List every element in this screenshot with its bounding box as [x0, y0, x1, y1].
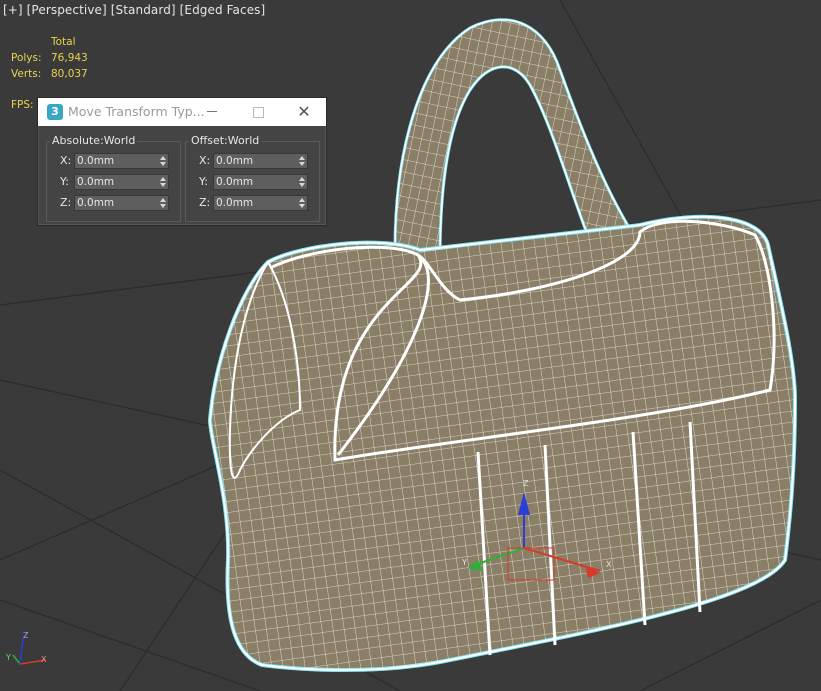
offset-x-spinner[interactable]: [213, 153, 308, 169]
stats-row-polys: Polys: 76,943: [11, 52, 88, 64]
absolute-x-row: X:: [47, 153, 180, 169]
viewport-menu-display[interactable]: [Edged Faces]: [180, 3, 266, 17]
spinner-up-icon[interactable]: [160, 156, 166, 160]
absolute-x-spinner[interactable]: [74, 153, 169, 169]
offset-world-group: Offset:World X: Y: Z:: [185, 134, 320, 222]
stats-label: Polys:: [11, 52, 42, 64]
gizmo-x-label: X: [606, 560, 612, 569]
dialog-title: Move Transform Typ...: [68, 104, 205, 119]
offset-z-input[interactable]: [216, 196, 294, 210]
minimize-icon: [207, 111, 217, 112]
spinner-down-icon[interactable]: [299, 204, 305, 208]
gizmo-y-label: Y: [461, 558, 467, 567]
move-transform-type-in-dialog[interactable]: 3 Move Transform Typ... ✕ Absolute:World…: [37, 97, 327, 226]
spinner-arrows[interactable]: [159, 197, 167, 209]
axis-tripod: Z Y X: [5, 631, 47, 665]
absolute-z-spinner[interactable]: [74, 195, 169, 211]
field-label: Y:: [199, 175, 208, 188]
spinner-arrows[interactable]: [298, 176, 306, 188]
spinner-arrows[interactable]: [159, 155, 167, 167]
spinner-up-icon[interactable]: [299, 198, 305, 202]
maximize-button[interactable]: [238, 100, 278, 124]
absolute-y-input[interactable]: [77, 175, 155, 189]
tripod-y-label: Y: [5, 653, 11, 662]
field-label: Z:: [199, 196, 211, 209]
absolute-world-group: Absolute:World X: Y: Z:: [46, 134, 181, 222]
absolute-x-input[interactable]: [77, 154, 155, 168]
app-logo-icon: 3: [47, 104, 63, 120]
stats-header: Total: [51, 36, 76, 48]
close-button[interactable]: ✕: [284, 100, 324, 124]
absolute-y-row: Y:: [47, 174, 180, 190]
absolute-z-input[interactable]: [77, 196, 155, 210]
spinner-down-icon[interactable]: [299, 162, 305, 166]
dialog-title-bar[interactable]: 3 Move Transform Typ... ✕: [38, 98, 326, 126]
spinner-up-icon[interactable]: [299, 177, 305, 181]
tripod-x-label: X: [41, 655, 47, 664]
absolute-y-spinner[interactable]: [74, 174, 169, 190]
spinner-arrows[interactable]: [298, 155, 306, 167]
offset-x-input[interactable]: [216, 154, 294, 168]
spinner-down-icon[interactable]: [160, 183, 166, 187]
spinner-up-icon[interactable]: [160, 198, 166, 202]
spinner-down-icon[interactable]: [299, 183, 305, 187]
spinner-down-icon[interactable]: [160, 204, 166, 208]
bag-body-mesh[interactable]: [207, 214, 798, 672]
stats-value: 76,943: [51, 52, 88, 64]
perspective-viewport[interactable]: Z X Y Z Y X [+] [Perspective] [Standard]…: [0, 0, 821, 691]
group-title: Absolute:World: [50, 134, 138, 147]
gizmo-z-label: Z: [523, 479, 529, 488]
field-label: Y:: [60, 175, 69, 188]
tripod-z-label: Z: [23, 631, 29, 640]
spinner-up-icon[interactable]: [160, 177, 166, 181]
spinner-arrows[interactable]: [159, 176, 167, 188]
field-label: Z:: [60, 196, 72, 209]
offset-z-row: Z:: [186, 195, 319, 211]
offset-x-row: X:: [186, 153, 319, 169]
stats-label: Verts:: [11, 68, 42, 80]
stats-value: 80,037: [51, 68, 88, 80]
group-title: Offset:World: [189, 134, 262, 147]
offset-z-spinner[interactable]: [213, 195, 308, 211]
stats-row-verts: Verts: 80,037: [11, 68, 88, 80]
offset-y-input[interactable]: [216, 175, 294, 189]
spinner-arrows[interactable]: [298, 197, 306, 209]
viewport-label[interactable]: [+] [Perspective] [Standard] [Edged Face…: [3, 3, 265, 17]
spinner-up-icon[interactable]: [299, 156, 305, 160]
field-label: X:: [60, 154, 72, 167]
close-icon: ✕: [297, 102, 311, 121]
stats-fps-label: FPS:: [11, 99, 34, 111]
viewport-menu-view[interactable]: [Perspective]: [27, 3, 107, 17]
viewport-menu-shading-mode[interactable]: [Standard]: [111, 3, 176, 17]
offset-y-row: Y:: [186, 174, 319, 190]
maximize-icon: [252, 107, 264, 118]
absolute-z-row: Z:: [47, 195, 180, 211]
viewport-menu-plus[interactable]: [+]: [3, 3, 23, 17]
spinner-down-icon[interactable]: [160, 162, 166, 166]
offset-y-spinner[interactable]: [213, 174, 308, 190]
minimize-button[interactable]: [192, 100, 232, 124]
field-label: X:: [199, 154, 211, 167]
